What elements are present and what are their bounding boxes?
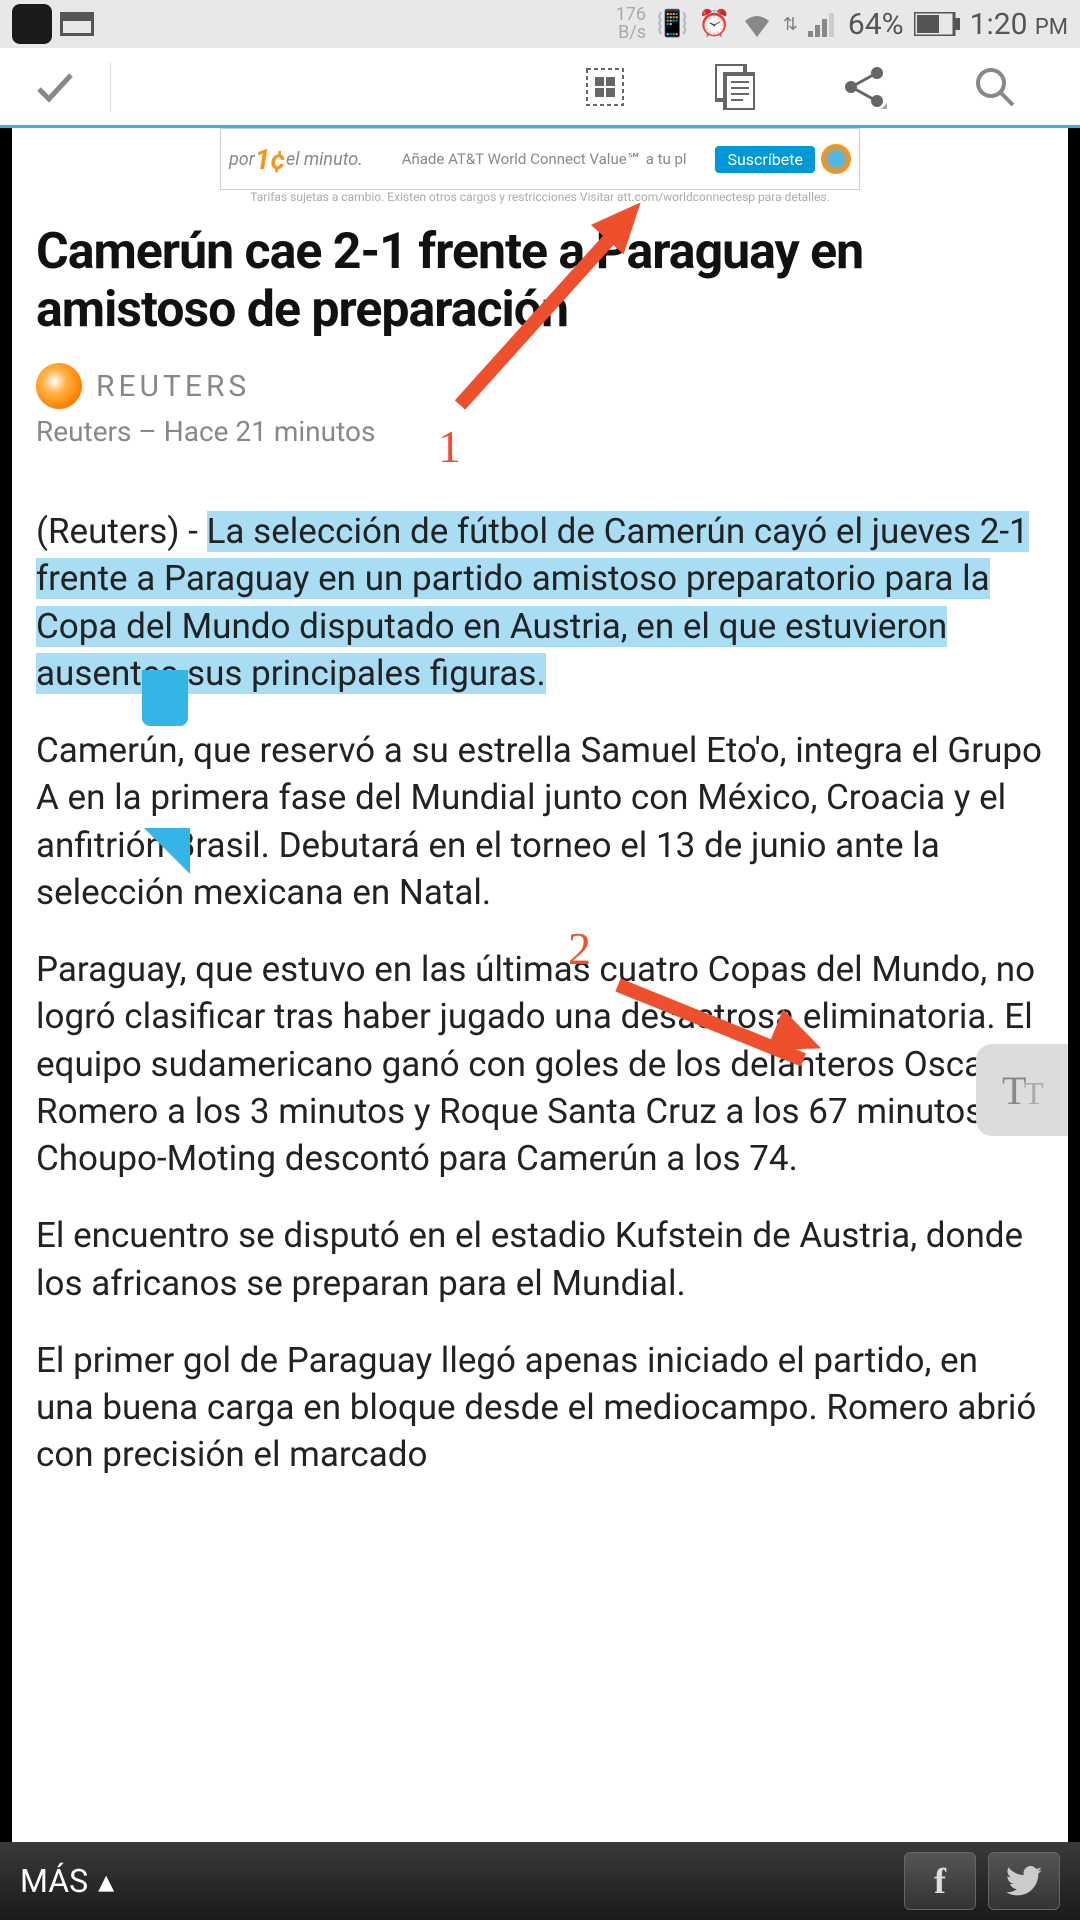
content-frame: por 1¢ el minuto. Añade AT&T World Conne… (0, 128, 1080, 1842)
article-page[interactable]: por 1¢ el minuto. Añade AT&T World Conne… (12, 128, 1068, 1842)
battery-icon (914, 12, 960, 36)
svg-text:T: T (1002, 1068, 1026, 1113)
paragraph: Paraguay, que estuvo en las últimas cuat… (36, 946, 1044, 1182)
vibrate-icon: 📳 (656, 9, 688, 39)
paragraph: El primer gol de Paraguay llegó apenas i… (36, 1337, 1044, 1479)
updown-icon: ⇅ (783, 14, 798, 35)
source-row: REUTERS (36, 363, 1044, 409)
byline: Reuters – Hace 21 minutos (36, 415, 1044, 448)
copy-button[interactable] (705, 57, 765, 117)
reuters-logo-icon (36, 363, 82, 409)
facebook-button[interactable]: f (904, 1852, 976, 1910)
ad-cta-button[interactable]: Suscríbete (715, 146, 815, 173)
source-name: REUTERS (96, 369, 250, 404)
status-bar: 176 B/s 📳 ⏰ ⇅ 64% 1:20 PM (0, 0, 1080, 48)
signal-icon (808, 11, 838, 37)
article-body[interactable]: (Reuters) - La selección de fútbol de Ca… (36, 508, 1044, 1479)
search-button[interactable] (965, 57, 1025, 117)
text-tool-button[interactable]: TT (976, 1044, 1068, 1136)
divider (110, 62, 111, 112)
select-all-button[interactable] (575, 57, 635, 117)
window-icon (60, 12, 94, 36)
svg-text:T: T (1024, 1075, 1044, 1111)
done-button[interactable] (30, 62, 80, 112)
twitter-button[interactable] (988, 1852, 1060, 1910)
share-button[interactable] (835, 57, 895, 117)
alarm-icon: ⏰ (698, 9, 730, 39)
ad-banner[interactable]: por 1¢ el minuto. Añade AT&T World Conne… (220, 128, 860, 190)
more-button[interactable]: MÁS ▴ (20, 1862, 114, 1900)
att-logo-icon (821, 144, 851, 174)
app-indicator-icon (12, 4, 52, 44)
annotation-label-1: 1 (438, 420, 461, 473)
ad-disclaimer: Tarifas sujetas a cambio. Existen otros … (12, 190, 1068, 204)
battery-percent: 64% (848, 7, 904, 42)
network-speed: 176 B/s (616, 6, 646, 42)
paragraph: (Reuters) - La selección de fútbol de Ca… (36, 508, 1044, 697)
annotation-label-2: 2 (568, 922, 591, 975)
paragraph: Camerún, que reservó a su estrella Samue… (36, 727, 1044, 916)
clock-time: 1:20 PM (970, 7, 1068, 42)
paragraph: El encuentro se disputó en el estadio Ku… (36, 1212, 1044, 1307)
wifi-icon (741, 11, 773, 37)
up-triangle-icon: ▴ (98, 1862, 114, 1900)
selection-toolbar (0, 48, 1080, 128)
selection-handle-start[interactable] (142, 680, 188, 726)
bottom-bar: MÁS ▴ f (0, 1842, 1080, 1920)
